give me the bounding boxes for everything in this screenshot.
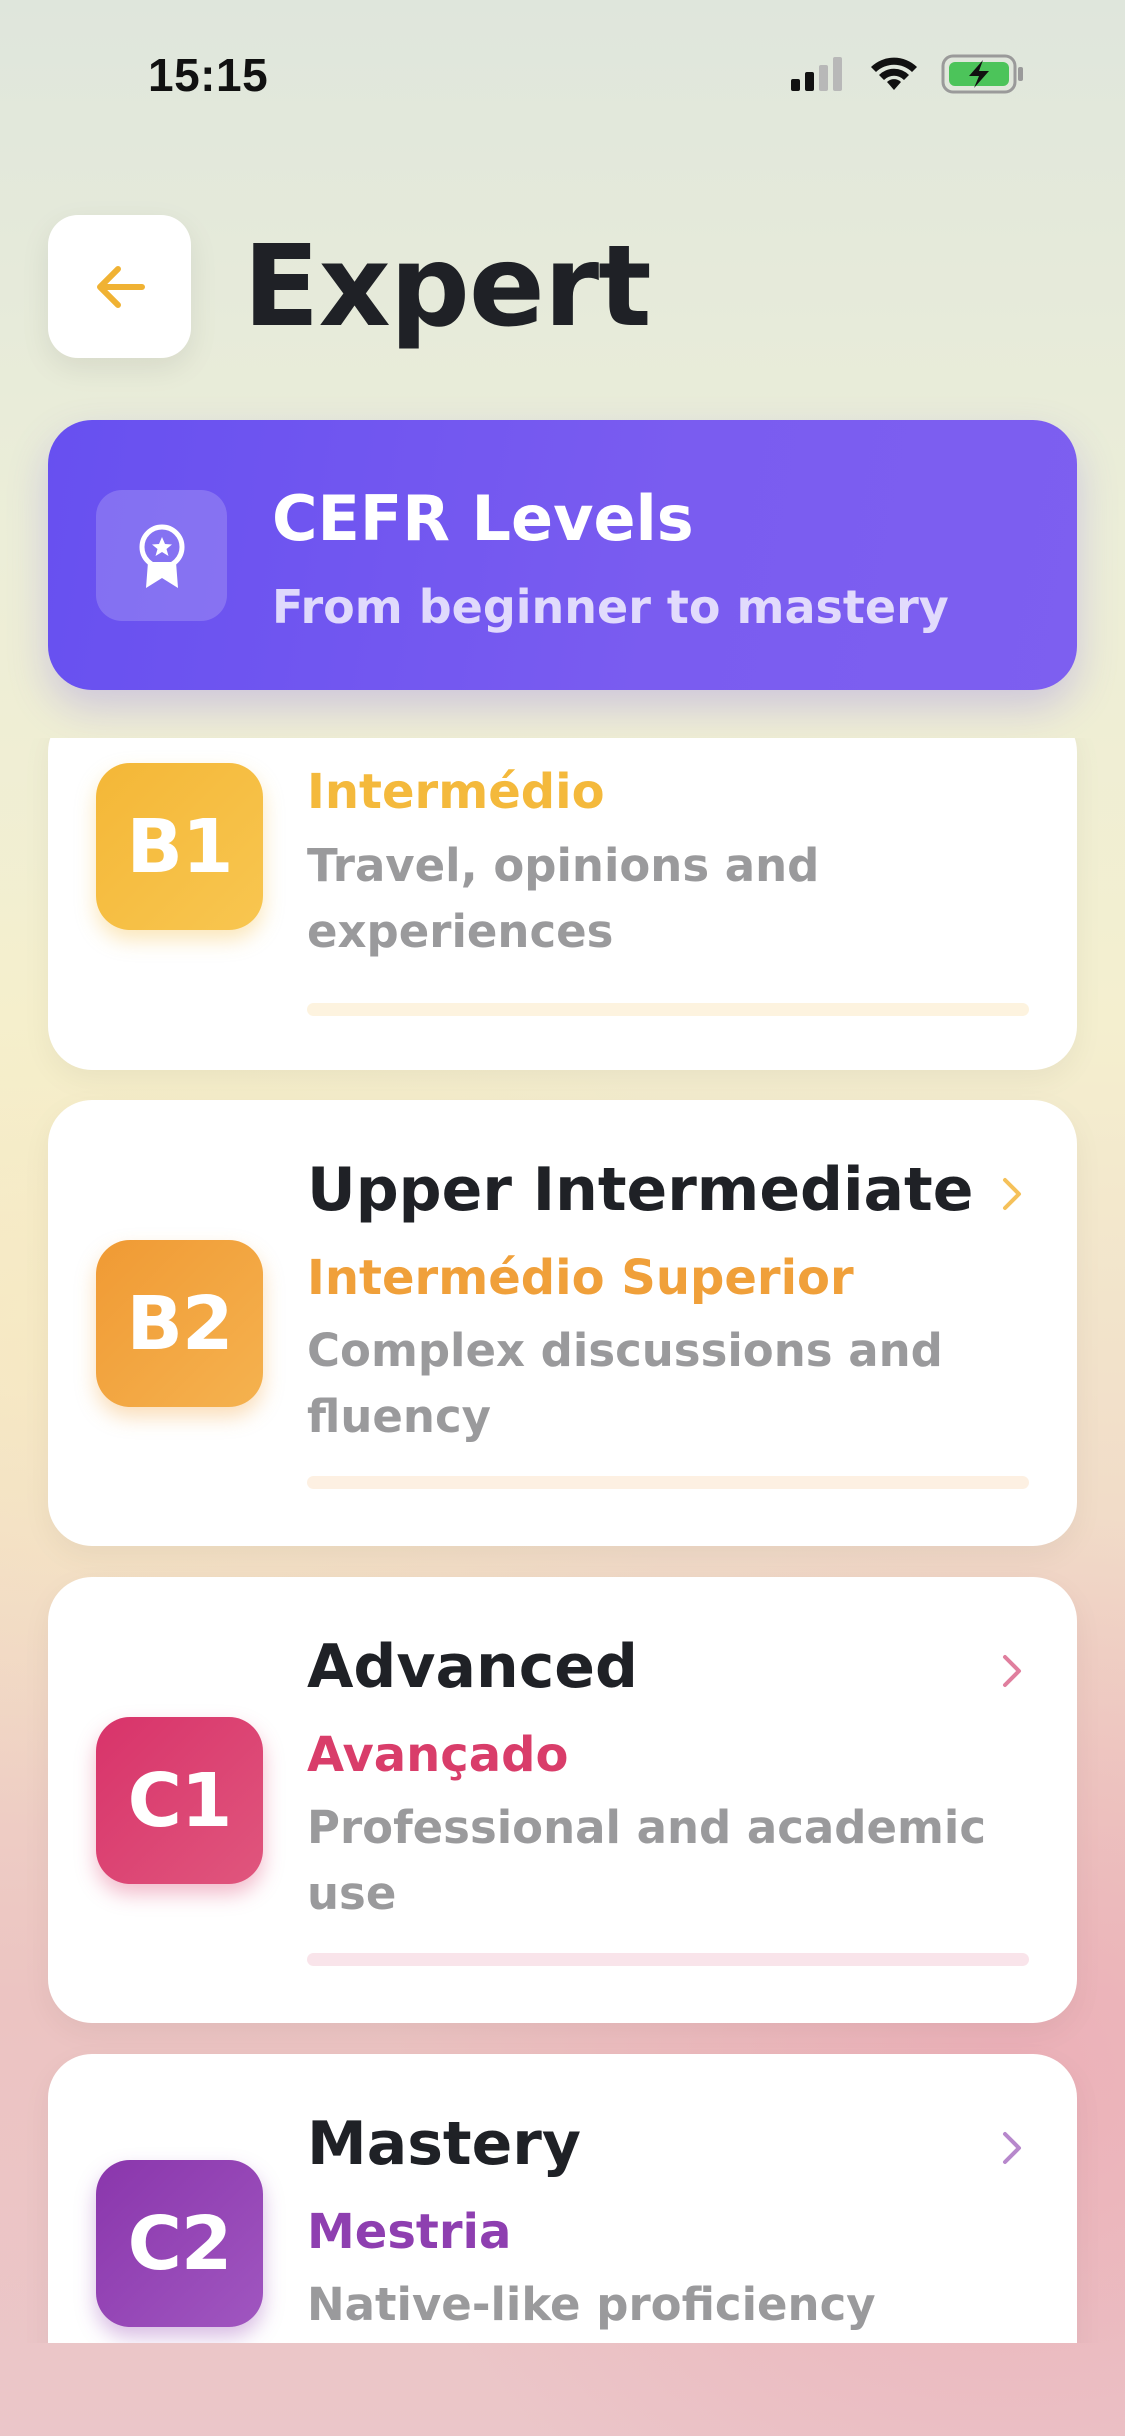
battery-charging-icon — [941, 54, 1023, 94]
back-button[interactable] — [48, 215, 191, 358]
level-badge-b2: B2 — [96, 1240, 263, 1407]
level-card-c1[interactable]: C1 Advanced Avançado Professional and ac… — [48, 1577, 1077, 2023]
chevron-right-icon — [1003, 1178, 1021, 1210]
award-badge-icon — [96, 490, 227, 621]
banner-title: CEFR Levels — [272, 482, 694, 555]
cefr-banner: CEFR Levels From beginner to mastery — [48, 420, 1077, 690]
level-title: Advanced — [307, 1632, 638, 1702]
chevron-right-icon — [1003, 1655, 1021, 1687]
status-icons — [791, 54, 1025, 94]
level-description: Travel, opinions and experiences — [307, 839, 820, 958]
level-title: Upper Intermediate — [307, 1155, 974, 1225]
status-bar: 15:15 — [0, 0, 1125, 150]
level-badge-b1: B1 — [96, 763, 263, 930]
level-native-name: Avançado — [307, 1727, 569, 1783]
level-card-c2[interactable]: C2 Mastery Mestria Native-like proficien… — [48, 2054, 1077, 2343]
level-card-b1[interactable]: B1 Intermédio Travel, opinions and exper… — [48, 738, 1077, 1070]
status-time: 15:15 — [148, 49, 269, 101]
page-title: Expert — [243, 222, 652, 352]
banner-subtitle: From beginner to mastery — [272, 580, 949, 634]
wifi-icon — [871, 57, 917, 90]
arrow-left-icon — [96, 265, 145, 308]
chevron-right-icon — [1003, 2132, 1021, 2164]
level-native-name: Mestria — [307, 2204, 512, 2260]
level-description: Complex discussions and fluency — [307, 1324, 943, 1443]
level-progress-bar — [307, 1476, 1029, 1489]
level-badge-c1: C1 — [96, 1717, 263, 1884]
level-description: Native-like proficiency — [307, 2278, 876, 2331]
level-list[interactable]: B1 Intermédio Travel, opinions and exper… — [0, 738, 1125, 2343]
level-title: Mastery — [307, 2109, 581, 2179]
level-native-name: Intermédio — [307, 764, 605, 820]
cellular-signal-icon — [791, 57, 842, 91]
level-native-name: Intermédio Superior — [307, 1250, 854, 1306]
level-progress-bar — [307, 1003, 1029, 1016]
level-description: Professional and academic use — [307, 1801, 986, 1920]
level-progress-bar — [307, 1953, 1029, 1966]
level-card-b2[interactable]: B2 Upper Intermediate Intermédio Superio… — [48, 1100, 1077, 1546]
level-badge-c2: C2 — [96, 2160, 263, 2327]
